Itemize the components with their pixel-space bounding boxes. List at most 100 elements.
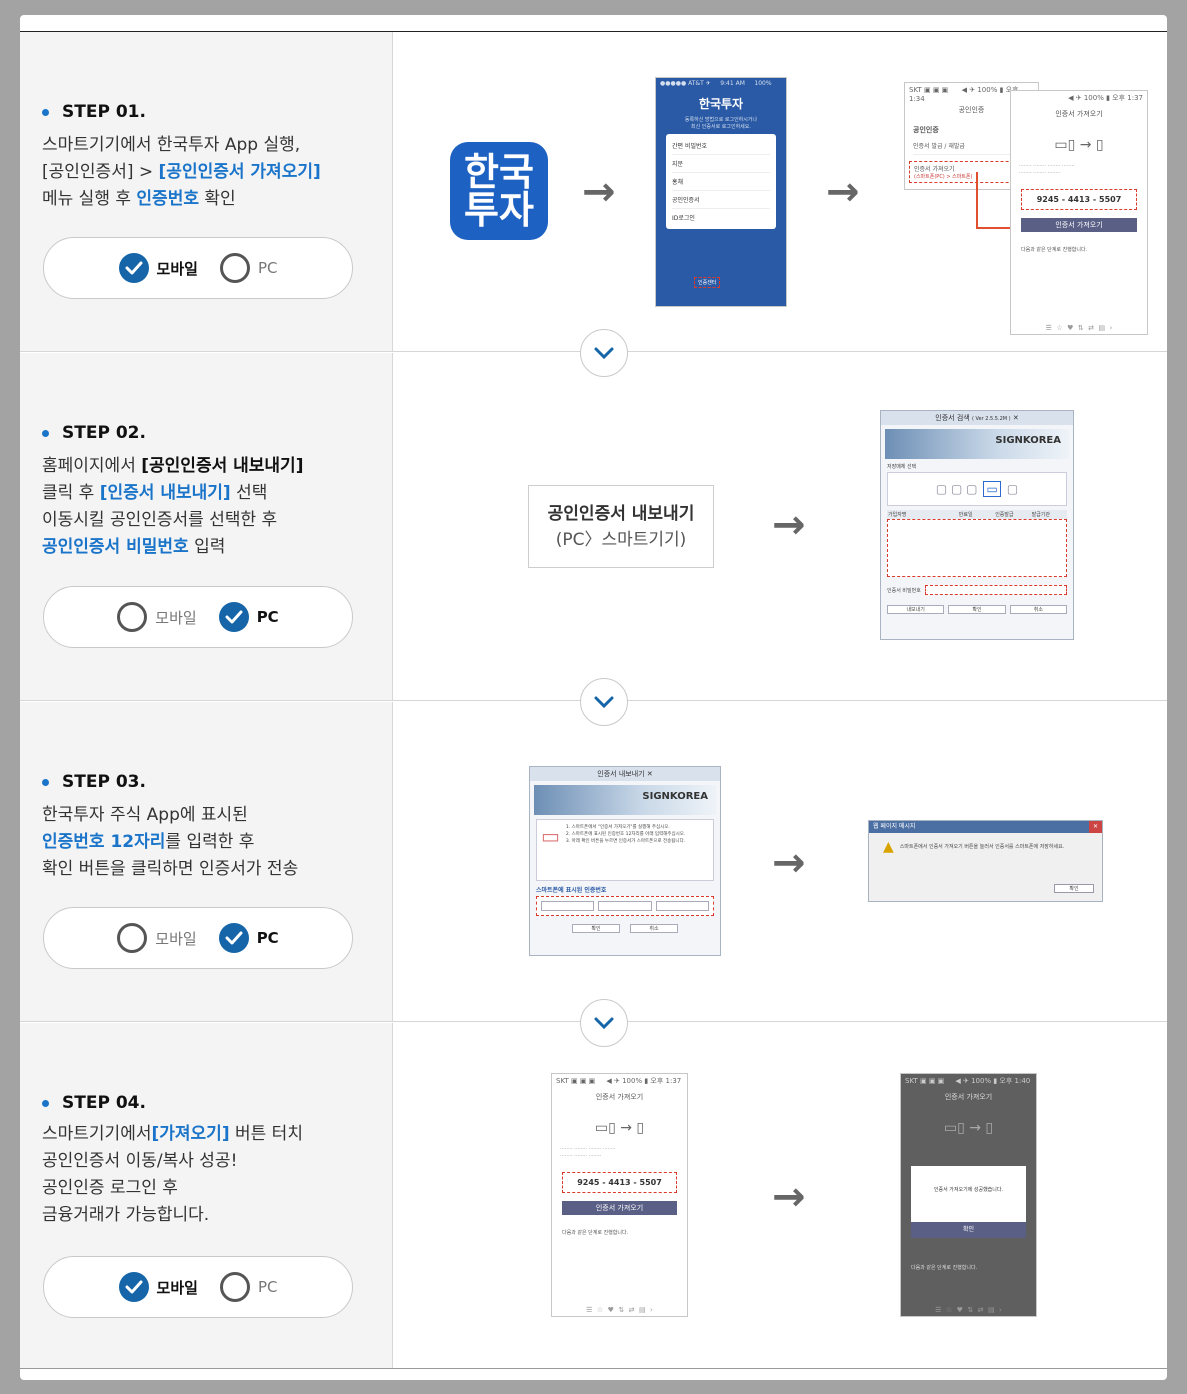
- bullet-icon: [42, 778, 49, 786]
- desc-line: 이동시킬 공인인증서를 선택한 후: [42, 507, 303, 534]
- connector-line: [976, 227, 1012, 229]
- check-icon: [118, 253, 149, 283]
- step-3-device-toggle[interactable]: 모바일 PC: [43, 907, 353, 969]
- step-2-desc: 홈페이지에서 [공인인증서 내보내기] 클릭 후 [인증서 내보내기] 선택 이동시…: [42, 453, 303, 561]
- phone-screen-app-menu: ●●●●● AT&T ✈ 9:41 AM 100% 한국투자 동록하신 방법으로…: [655, 77, 787, 307]
- highlight-text: 인증번호 12자리: [42, 832, 166, 852]
- step-4-device-toggle[interactable]: 모바일 PC: [43, 1256, 353, 1318]
- mobile-label: 모바일: [156, 259, 198, 278]
- desc-text: 입력: [188, 537, 226, 557]
- step-3-title: STEP 03.: [42, 772, 146, 792]
- pc-label: PC: [257, 1278, 278, 1296]
- bullet-icon: [42, 429, 49, 437]
- desc-text: 확인: [198, 189, 236, 209]
- mobile-option[interactable]: 모바일: [118, 1272, 198, 1302]
- export-direction-label: (PC〉스마트기기): [555, 530, 687, 550]
- bold-text: [공인인증서 내보내기]: [141, 456, 304, 476]
- step-3-desc: 한국투자 주식 App에 표시된 인증번호 12자리를 입력한 후 확인 버튼을 클…: [42, 802, 298, 883]
- pc-option[interactable]: PC: [218, 923, 279, 953]
- mobile-option[interactable]: 모바일: [117, 923, 197, 953]
- mobile-label: 모바일: [156, 1278, 198, 1297]
- desc-line: [공인인증서] > [공인인증서 가져오기]: [42, 159, 321, 186]
- step-row-1: STEP 01. 스마트기기에서 한국투자 App 실행, [공인인증서] > […: [20, 32, 1167, 352]
- check-icon: [218, 602, 249, 632]
- step-1-title: STEP 01.: [42, 102, 146, 122]
- desc-text: 를 입력한 후: [165, 832, 255, 852]
- desc-line: 홈페이지에서 [공인인증서 내보내기]: [42, 453, 303, 480]
- desc-text: 공인인증서 이동/복사 성공!: [42, 1151, 238, 1171]
- cert-password-input: [924, 585, 1067, 595]
- step-4-title: STEP 04.: [42, 1093, 146, 1113]
- desc-line: 메뉴 실행 후 인증번호 확인: [42, 186, 321, 213]
- step-1-panel: STEP 01. 스마트기기에서 한국투자 App 실행, [공인인증서] > […: [20, 32, 393, 351]
- chevron-down-icon: [580, 329, 628, 377]
- desc-text: 공인인증 로그인 후: [42, 1178, 178, 1198]
- import-cert-button: 인증서 가져오기: [1021, 218, 1137, 232]
- arrow-right-icon: →: [826, 169, 860, 215]
- arrow-right-icon: →: [772, 502, 806, 548]
- desc-line: 공인인증서 이동/복사 성공!: [42, 1148, 303, 1175]
- cert-list: [887, 519, 1067, 577]
- desc-text: 스마트기기에서 한국투자 App 실행,: [42, 135, 301, 155]
- auth-number-display: 9245 - 4413 - 5507: [1021, 189, 1137, 210]
- phone-screen-import: SKT ▣ ▣ ▣ ◀ ✈ 100% ▮ 오후 1:37 인증서 가져오기 ▭▯…: [551, 1073, 688, 1317]
- step-2-title: STEP 02.: [42, 423, 146, 443]
- highlight-text: [공인인증서 가져오기]: [158, 162, 321, 182]
- radio-empty-icon: [219, 1272, 250, 1302]
- arrow-right-icon: →: [772, 840, 806, 886]
- radio-empty-icon: [117, 602, 148, 632]
- desc-text: 한국투자 주식 App에 표시된: [42, 805, 248, 825]
- bullet-icon: [42, 1099, 49, 1107]
- pc-option[interactable]: PC: [219, 1272, 278, 1302]
- desc-line: 스마트기기에서 한국투자 App 실행,: [42, 132, 321, 159]
- desc-text: 이동시킬 공인인증서를 선택한 후: [42, 510, 278, 530]
- step-4-panel: STEP 04. 스마트기기에서[가져오기] 버튼 터치공인인증서 이동/복사 …: [20, 1023, 393, 1369]
- radio-empty-icon: [219, 253, 250, 283]
- step-2-panel: STEP 02. 홈페이지에서 [공인인증서 내보내기] 클릭 후 [인증서 내보…: [20, 353, 393, 700]
- desc-text: [공인인증서] >: [42, 162, 159, 182]
- step-1-desc: 스마트기기에서 한국투자 App 실행, [공인인증서] > [공인인증서 가져오…: [42, 132, 321, 213]
- chevron-down-icon: [580, 678, 628, 726]
- phone-screen-import: ◀ ✈ 100% ▮ 오후 1:37 인증서 가져오기 ▭▯ → ▯ ·····…: [1010, 90, 1148, 335]
- desc-line: 공인인증 로그인 후: [42, 1175, 303, 1202]
- guide-card: STEP 01. 스마트기기에서 한국투자 App 실행, [공인인증서] > […: [20, 15, 1167, 1380]
- pc-label: PC: [256, 608, 279, 626]
- phone-app-title: 한국투자: [698, 97, 744, 111]
- desc-line: 스마트기기에서[가져오기] 버튼 터치: [42, 1121, 303, 1148]
- desc-text: 홈페이지에서: [42, 456, 142, 476]
- desc-text: 금융거래가 가능합니다.: [42, 1205, 210, 1225]
- signkorea-logo: SIGNKOREA: [995, 435, 1061, 446]
- highlight-text: 인증번호: [136, 189, 199, 209]
- popup-confirm-button: 확인: [911, 1222, 1026, 1238]
- check-icon: [218, 923, 249, 953]
- desc-text: 클릭 후: [42, 483, 100, 503]
- phone-screen-import-success: SKT ▣ ▣ ▣ ◀ ✈ 100% ▮ 오후 1:40 인증서 가져오기 ▭▯…: [900, 1073, 1037, 1317]
- desc-line: 인증번호 12자리를 입력한 후: [42, 829, 298, 856]
- export-cert-menu-box: 공인인증서 내보내기 (PC〉스마트기기): [528, 485, 714, 568]
- warning-icon: ▲: [883, 839, 894, 855]
- web-message-dialog: 웹 페이지 메시지 ✕ ▲ 스마트폰에서 인증서 가져오기 버튼을 눌러서 인증서…: [868, 820, 1103, 902]
- radio-empty-icon: [117, 923, 148, 953]
- phone-login-menu: 간편 비밀번호 지문 홍채 공인인증서 ID로그인: [666, 134, 776, 229]
- cert-search-window: 인증서 검색 ( Ver 2.5.5.2M ) ✕ SIGNKOREA 저장매체…: [880, 410, 1074, 640]
- mobile-option[interactable]: 모바일: [118, 253, 198, 283]
- mobile-label: 모바일: [155, 608, 197, 627]
- mobile-option[interactable]: 모바일: [117, 602, 197, 632]
- chevron-down-icon: [580, 999, 628, 1047]
- auth-number-inputs: [536, 896, 714, 916]
- desc-text: 버튼 터치: [229, 1124, 303, 1144]
- bullet-icon: [42, 108, 49, 116]
- step-1-device-toggle[interactable]: 모바일 PC: [43, 237, 353, 299]
- import-cert-button: 인증서 가져오기: [562, 1201, 677, 1215]
- korea-investment-app-icon: 한국 투자: [450, 142, 548, 240]
- step-2-device-toggle[interactable]: 모바일 PC: [43, 586, 353, 648]
- auth-number-display: 9245 - 4413 - 5507: [562, 1172, 677, 1193]
- signkorea-logo: SIGNKOREA: [642, 791, 708, 802]
- bottom-divider: [20, 1368, 1167, 1369]
- pc-option[interactable]: PC: [218, 602, 279, 632]
- pc-option[interactable]: PC: [219, 253, 277, 283]
- step-4-desc: 스마트기기에서[가져오기] 버튼 터치공인인증서 이동/복사 성공! 공인인증 로…: [42, 1121, 303, 1229]
- export-cert-label: 공인인증서 내보내기: [547, 504, 695, 524]
- connector-line: [976, 172, 978, 227]
- desc-text: 메뉴 실행 후: [42, 189, 137, 209]
